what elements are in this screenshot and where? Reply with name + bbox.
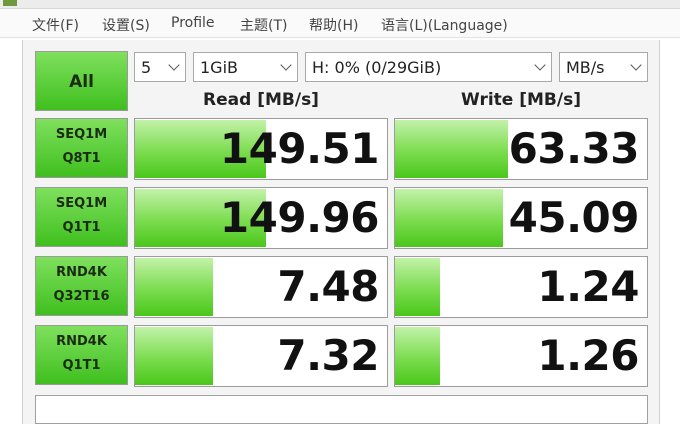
menu-file[interactable]: 文件(F) — [32, 15, 79, 35]
chevron-down-icon — [168, 59, 180, 71]
read-result: 149.96 — [134, 187, 388, 249]
menu-profile[interactable]: Profile — [171, 15, 215, 31]
write-bar — [395, 189, 504, 247]
read-value: 149.96 — [219, 193, 380, 242]
unit-select[interactable]: MB/s — [559, 52, 648, 82]
test-button-seq1m-q8t1[interactable]: SEQ1M Q8T1 — [35, 118, 128, 178]
chevron-down-icon — [534, 59, 546, 71]
write-bar — [395, 120, 509, 178]
menu-theme[interactable]: 主题(T) — [240, 15, 287, 35]
read-header: Read [MB/s] — [203, 90, 319, 110]
read-result: 7.48 — [134, 256, 388, 318]
menu-language[interactable]: 语言(L)(Language) — [381, 15, 508, 35]
title-bar — [0, 0, 680, 9]
menu-bar: 文件(F) 设置(S) Profile 主题(T) 帮助(H) 语言(L)(La… — [0, 9, 680, 38]
write-result: 63.33 — [394, 118, 648, 180]
test-label-line2: Q8T1 — [62, 151, 101, 166]
write-bar — [395, 327, 441, 385]
read-result: 7.32 — [134, 325, 388, 387]
write-header: Write [MB/s] — [461, 90, 581, 110]
write-value: 63.33 — [508, 124, 640, 173]
write-result: 45.09 — [394, 187, 648, 249]
write-value: 1.24 — [537, 262, 639, 311]
test-label-line1: RND4K — [56, 334, 107, 349]
test-label-line2: Q32T16 — [53, 289, 110, 304]
read-result: 149.51 — [134, 118, 388, 180]
write-value: 1.26 — [537, 331, 639, 380]
app-icon — [3, 0, 17, 6]
chevron-down-icon — [630, 59, 642, 71]
test-button-rnd4k-q32t16[interactable]: RND4K Q32T16 — [35, 256, 128, 316]
unit-value: MB/s — [566, 58, 605, 77]
menu-help[interactable]: 帮助(H) — [309, 15, 358, 35]
test-label-line1: RND4K — [56, 265, 107, 280]
read-bar — [135, 327, 214, 385]
menu-settings[interactable]: 设置(S) — [102, 15, 150, 35]
read-bar — [135, 258, 214, 316]
write-value: 45.09 — [508, 193, 640, 242]
drive-value: H: 0% (0/29GiB) — [312, 58, 442, 77]
count-select[interactable]: 5 — [134, 52, 186, 82]
count-value: 5 — [141, 58, 152, 77]
size-select[interactable]: 1GiB — [193, 52, 298, 82]
all-button[interactable]: All — [35, 51, 128, 111]
size-value: 1GiB — [200, 58, 238, 77]
chevron-down-icon — [280, 59, 292, 71]
test-label-line1: SEQ1M — [55, 196, 108, 211]
test-label-line1: SEQ1M — [55, 127, 108, 142]
drive-select[interactable]: H: 0% (0/29GiB) — [305, 52, 552, 82]
write-bar — [395, 258, 441, 316]
read-value: 7.48 — [277, 262, 379, 311]
read-value: 149.51 — [219, 124, 380, 173]
test-label-line2: Q1T1 — [62, 220, 101, 235]
comment-field[interactable] — [35, 395, 648, 424]
read-value: 7.32 — [277, 331, 379, 380]
test-button-seq1m-q1t1[interactable]: SEQ1M Q1T1 — [35, 187, 128, 247]
test-button-rnd4k-q1t1[interactable]: RND4K Q1T1 — [35, 325, 128, 385]
write-result: 1.24 — [394, 256, 648, 318]
test-label-line2: Q1T1 — [62, 358, 101, 373]
write-result: 1.26 — [394, 325, 648, 387]
